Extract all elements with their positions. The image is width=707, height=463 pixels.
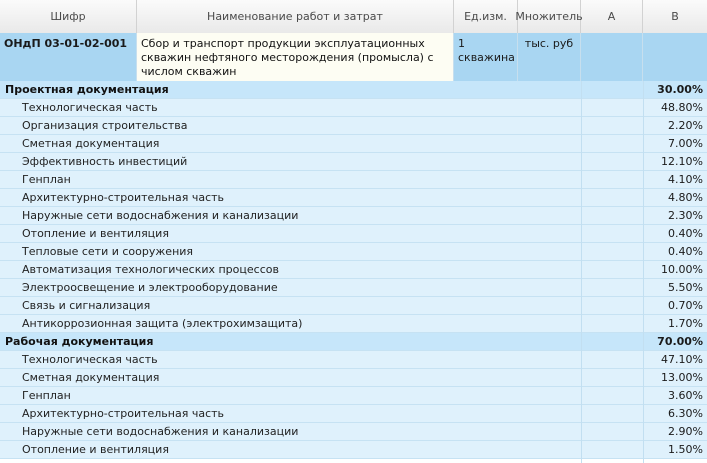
row-label: Архитектурно-строительная часть [22, 191, 225, 204]
row-label: Сметная документация [22, 371, 160, 384]
table-row[interactable]: Сметная документация 7.00% [0, 135, 707, 153]
table-row[interactable]: Архитектурно-строительная часть 4.80% [0, 189, 707, 207]
table-row[interactable]: Генплан 3.60% [0, 387, 707, 405]
table-row[interactable]: Автоматизация технологических процессов 1… [0, 261, 707, 279]
row-value: 7.00% [668, 137, 703, 150]
table-row[interactable]: Сметная документация 13.00% [0, 369, 707, 387]
section-row[interactable]: Рабочая документация 70.00% [0, 333, 707, 351]
record-name: Сбор и транспорт продукции эксплуатацион… [137, 33, 454, 81]
row-value: 48.80% [661, 101, 703, 114]
section-row[interactable]: Проектная документация 30.00% [0, 81, 707, 99]
column-header-code[interactable]: Шифр [0, 0, 137, 33]
record-b [643, 33, 707, 81]
record-unit: 1 скважина [454, 33, 518, 81]
table-row[interactable]: Организация строительства 2.20% [0, 117, 707, 135]
table-row[interactable]: Электроосвещение и электрооборудование 5.… [0, 279, 707, 297]
selected-record-row[interactable]: ОНдП 03-01-02-001 Сбор и транспорт проду… [0, 33, 707, 82]
table-row[interactable]: Наружные сети водоснабжения и канализаци… [0, 207, 707, 225]
column-divider [581, 81, 582, 463]
row-label: Наружные сети водоснабжения и канализаци… [22, 209, 299, 222]
record-multiplier: тыс. руб [518, 33, 581, 81]
row-label: Тепловые сети и сооружения [22, 245, 194, 258]
column-header-name[interactable]: Наименование работ и затрат [137, 0, 454, 33]
column-divider [643, 81, 644, 463]
row-value: 4.10% [668, 173, 703, 186]
row-value: 13.00% [661, 371, 703, 384]
row-value: 30.00% [657, 83, 703, 96]
column-header-multiplier[interactable]: Множитель [515, 0, 583, 33]
table-row[interactable]: Отопление и вентиляция 0.40% [0, 225, 707, 243]
table-row[interactable]: Архитектурно-строительная часть 6.30% [0, 405, 707, 423]
row-value: 0.40% [668, 227, 703, 240]
row-label: Эффективность инвестиций [22, 155, 188, 168]
row-label: Электроосвещение и электрооборудование [22, 281, 278, 294]
row-value: 0.70% [668, 299, 703, 312]
section-label: Проектная документация [5, 83, 169, 96]
row-value: 10.00% [661, 263, 703, 276]
row-label: Автоматизация технологических процессов [22, 263, 279, 276]
row-value: 6.30% [668, 407, 703, 420]
row-label: Архитектурно-строительная часть [22, 407, 225, 420]
row-value: 2.20% [668, 119, 703, 132]
row-label: Генплан [22, 389, 71, 402]
table-row[interactable]: Связь и сигнализация 0.70% [0, 297, 707, 315]
row-label: Технологическая часть [22, 353, 158, 366]
section-label: Рабочая документация [5, 335, 154, 348]
table-row[interactable]: Генплан 4.10% [0, 171, 707, 189]
row-value: 12.10% [661, 155, 703, 168]
row-value: 2.30% [668, 209, 703, 222]
table-row[interactable]: Технологическая часть 47.10% [0, 351, 707, 369]
row-value: 47.10% [661, 353, 703, 366]
row-value: 0.40% [668, 245, 703, 258]
record-code: ОНдП 03-01-02-001 [0, 33, 137, 81]
table-row[interactable]: Технологическая часть 48.80% [0, 99, 707, 117]
row-label: Антикоррозионная защита (электрохимзащит… [22, 317, 303, 330]
column-header-a[interactable]: А [581, 0, 643, 33]
table-row[interactable]: Отопление и вентиляция 1.50% [0, 441, 707, 459]
row-label: Сметная документация [22, 137, 160, 150]
record-a [581, 33, 643, 81]
row-label: Отопление и вентиляция [22, 443, 169, 456]
row-label: Связь и сигнализация [22, 299, 151, 312]
table-row[interactable]: Тепловые сети и сооружения 0.40% [0, 243, 707, 261]
column-header-unit[interactable]: Ед.изм. [454, 0, 518, 33]
row-value: 4.80% [668, 191, 703, 204]
row-value: 1.70% [668, 317, 703, 330]
row-value: 70.00% [657, 335, 703, 348]
row-value: 5.50% [668, 281, 703, 294]
column-header-b[interactable]: В [643, 0, 707, 33]
table-header: Шифр Наименование работ и затрат Ед.изм.… [0, 0, 707, 34]
row-value: 3.60% [668, 389, 703, 402]
row-value: 2.90% [668, 425, 703, 438]
row-label: Организация строительства [22, 119, 188, 132]
row-label: Отопление и вентиляция [22, 227, 169, 240]
table-row[interactable]: Эффективность инвестиций 12.10% [0, 153, 707, 171]
table-row[interactable]: Наружные сети водоснабжения и канализаци… [0, 423, 707, 441]
table-row[interactable]: Антикоррозионная защита (электрохимзащит… [0, 315, 707, 333]
row-label: Наружные сети водоснабжения и канализаци… [22, 425, 299, 438]
row-label: Технологическая часть [22, 101, 158, 114]
row-value: 1.50% [668, 443, 703, 456]
row-label: Генплан [22, 173, 71, 186]
